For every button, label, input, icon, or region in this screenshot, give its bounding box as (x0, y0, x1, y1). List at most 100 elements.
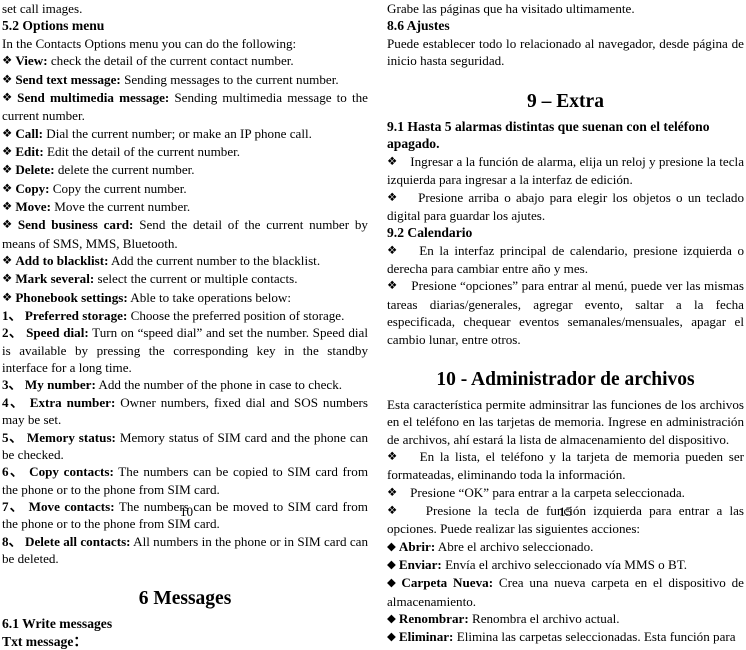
bullet-label: Renombrar: (398, 610, 469, 626)
numbered-item-label: Copy contacts: (29, 464, 114, 480)
bullet-label: Move: (15, 199, 51, 215)
bullet-label: Abrir: (398, 538, 436, 554)
bullet-item: Presione arriba o abajo para elegir los … (387, 189, 744, 225)
bullet-text: Envía el archivo seleccionado vía MMS o … (445, 556, 687, 572)
bullet-item: Edit: Edit the detail of the current num… (2, 143, 368, 161)
page-right-content: Grabe las páginas que ha visitado ultima… (387, 0, 744, 647)
bullet-text: En la interfaz principal de calendario, … (387, 242, 744, 277)
bullet-item: View: check the detail of the current co… (2, 52, 368, 70)
bullet-text: Elimina las carpetas seleccionadas. Esta… (456, 629, 736, 645)
bullet-text: Presione arriba o abajo para elegir los … (387, 189, 744, 223)
bullet-label: Copy: (15, 180, 50, 196)
bullet-item: Call: Dial the current number; or make a… (2, 125, 368, 143)
bullet-text: Dial the current number; or make an IP p… (46, 125, 312, 141)
bullet-text: delete the current number. (57, 162, 195, 178)
bullet-item: Send business card: Send the detail of t… (2, 216, 368, 252)
bullet-label: Delete: (15, 162, 55, 178)
section-heading: 8.6 Ajustes (387, 18, 450, 34)
bullet-label: Enviar: (398, 556, 442, 572)
bullet-text: Presione “opciones” para entrar al menú,… (387, 278, 745, 347)
numbered-item-number: 2、 (2, 325, 23, 341)
bullet-item: Add to blacklist: Add the current number… (2, 252, 368, 270)
page-spread: set call images. 5.2 Options menu In the C… (0, 0, 746, 649)
bullet-item-solid: Eliminar: Elimina las carpetas seleccion… (387, 628, 744, 646)
bullet-text: Ingresar a la función de alarma, elija u… (387, 153, 745, 188)
section-heading: 9.1 Hasta 5 alarmas distintas que suenan… (387, 118, 710, 152)
bullet-text: Edit the detail of the current number. (46, 144, 241, 159)
numbered-item: 4、 Extra number: Owner numbers, fixed di… (2, 394, 368, 429)
numbered-item-label: Delete all contacts: (25, 533, 131, 549)
numbered-item-text: Add the number of the phone in case to c… (98, 377, 343, 393)
paragraph: set call images. (2, 1, 83, 16)
bullet-item-solid: Enviar: Envía el archivo seleccionado ví… (387, 556, 744, 574)
bullet-text: Renombra el archivo actual. (471, 610, 620, 626)
bullet-label: Call: (15, 125, 43, 141)
numbered-item: 3、 My number: Add the number of the phon… (2, 376, 368, 393)
bullet-item: Ingresar a la función de alarma, elija u… (387, 153, 744, 189)
section-heading: 6.1 Write messages (2, 616, 113, 632)
bullet-label: Edit: (15, 144, 44, 159)
bullet-item: Copy: Copy the current number. (2, 180, 368, 198)
bullet-label: View: (15, 53, 48, 69)
bullet-text: Copy the current number. (52, 180, 187, 196)
numbered-item-label: Speed dial: (26, 325, 89, 341)
bullet-item-solid: Carpeta Nueva: Crea una nueva carpeta en… (387, 574, 744, 610)
numbered-item-number: 6、 (2, 464, 25, 480)
numbered-item-number: 5、 (2, 429, 23, 445)
numbered-item: 5、 Memory status: Memory status of SIM c… (2, 429, 368, 464)
bullet-text: Able to take operations below: (130, 289, 291, 305)
page-left: set call images. 5.2 Options menu In the C… (0, 0, 373, 649)
bullet-item: Move: Move the current number. (2, 198, 368, 216)
bullet-text: Presione “OK” para entrar a la carpeta s… (410, 484, 685, 500)
bullet-label: Send text message: (15, 71, 121, 87)
bullet-item: En la interfaz principal de calendario, … (387, 242, 744, 278)
bullet-item: Presione “opciones” para entrar al menú,… (387, 277, 744, 347)
bullet-item: Send text message: Sending messages to t… (2, 71, 368, 89)
bullet-label: Send multimedia message: (17, 89, 170, 105)
bullet-item: Phonebook settings: Able to take operati… (2, 289, 368, 307)
section-heading: Txt message： (2, 633, 87, 649)
numbered-item: 8、 Delete all contacts: All numbers in t… (2, 533, 368, 568)
numbered-item-label: Memory status: (26, 429, 116, 445)
bullet-text: Add the current number to the blacklist. (111, 253, 321, 269)
paragraph: Puede establecer todo lo relacionado al … (387, 35, 744, 69)
numbered-item: 2、 Speed dial: Turn on “speed dial” and … (2, 324, 368, 376)
page-left-content: set call images. 5.2 Options menu In the C… (2, 0, 368, 650)
numbered-item: 6、 Copy contacts: The numbers can be cop… (2, 463, 368, 498)
bullet-label: Carpeta Nueva: (401, 575, 494, 591)
chapter-heading: 6 Messages (138, 588, 232, 610)
chapter-heading: 10 - Administrador de archivos (436, 368, 695, 390)
bullet-item-solid: Renombrar: Renombra el archivo actual. (387, 610, 744, 628)
page-number-left: 10 (179, 504, 194, 519)
bullet-label: Mark several: (15, 271, 95, 287)
numbered-item-number: 4、 (2, 394, 25, 410)
bullet-text: Move the current number. (54, 199, 191, 215)
section-heading: 5.2 Options menu (2, 18, 105, 34)
bullet-label: Phonebook settings: (15, 289, 128, 305)
bullet-label: Add to blacklist: (15, 253, 109, 269)
chapter-heading: 9 – Extra (527, 90, 604, 112)
numbered-item-number: 8、 (2, 533, 22, 549)
bullet-item: Send multimedia message: Sending multime… (2, 89, 368, 125)
numbered-item-label: My number: (24, 377, 96, 393)
paragraph: In the Contacts Options menu you can do … (2, 35, 297, 51)
bullet-text: Sending messages to the current number. (124, 71, 339, 87)
bullet-item: En la lista, el teléfono y la tarjeta de… (387, 448, 744, 484)
bullet-text: En la lista, el teléfono y la tarjeta de… (387, 448, 744, 483)
bullet-text: select the current or multiple contacts. (97, 271, 298, 287)
page-right: Grabe las páginas que ha visitado ultima… (373, 0, 746, 644)
bullet-item: Mark several: select the current or mult… (2, 270, 368, 288)
bullet-item-solid: Abrir: Abre el archivo seleccionado. (387, 538, 744, 556)
bullet-item: Delete: delete the current number. (2, 161, 368, 179)
numbered-item: 1、 Preferred storage: Choose the preferr… (2, 307, 368, 324)
numbered-item-label: Extra number: (29, 394, 116, 410)
page-number-right: 15 (558, 504, 573, 519)
bullet-item: Presione “OK” para entrar a la carpeta s… (387, 484, 744, 502)
paragraph: Grabe las páginas que ha visitado ultima… (387, 1, 635, 16)
numbered-item-number: 1、 (2, 308, 22, 324)
bullet-text: Abre el archivo seleccionado. (437, 538, 594, 554)
section-heading: 9.2 Calendario (387, 225, 473, 241)
